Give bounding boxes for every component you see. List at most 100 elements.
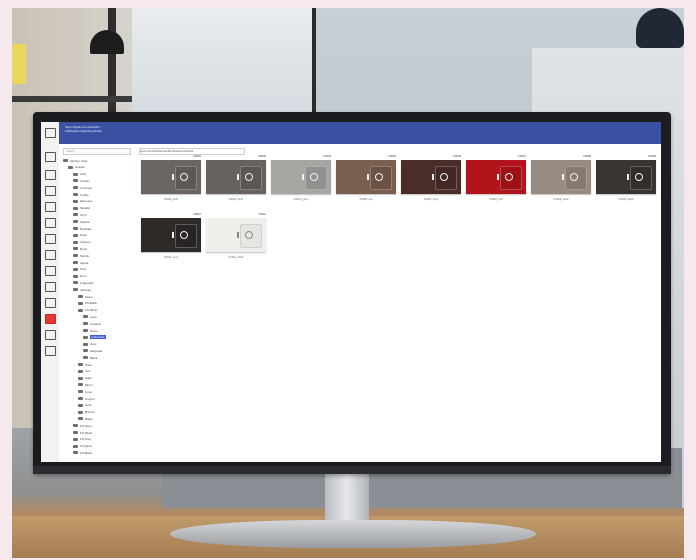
tree-item-label: Kitchen sinks xyxy=(70,158,88,163)
folder-icon xyxy=(83,329,88,332)
grid-icon[interactable] xyxy=(45,346,56,356)
monitor-bezel xyxy=(33,466,671,474)
upload-icon[interactable] xyxy=(45,170,56,180)
tree-item[interactable]: Black xyxy=(83,355,97,360)
info-icon[interactable] xyxy=(45,266,56,276)
tree-item[interactable]: Granite xyxy=(68,165,85,170)
url-text[interactable]: https://fgcdn.com/sinks/fs/... Fp0KsgDmr… xyxy=(65,125,145,133)
tree-item-label: Espresso xyxy=(80,199,93,204)
sink-thumbnail[interactable]: FS004 xyxy=(271,155,331,194)
tree-item[interactable]: Lava xyxy=(83,314,97,319)
tree-item[interactable]: Espresso xyxy=(73,199,93,204)
tree-item[interactable]: Tartufo xyxy=(73,253,89,258)
tag-icon[interactable] xyxy=(45,282,56,292)
tree-item[interactable]: Inox xyxy=(78,369,91,374)
folder-icon xyxy=(83,315,88,319)
folder-icon xyxy=(73,206,78,210)
faucet-icon xyxy=(367,174,369,180)
tree-item[interactable]: Rock xyxy=(73,246,87,251)
sink-thumbnail[interactable]: FS005 xyxy=(336,155,396,194)
tree-item[interactable]: Puro xyxy=(73,267,86,272)
tree-item[interactable]: FS Black xyxy=(73,450,92,455)
tree-item[interactable]: Stone xyxy=(78,294,93,299)
faucet-icon xyxy=(432,174,434,180)
folder-icon xyxy=(73,227,78,230)
breadcrumb[interactable]: fgcdn.com/sinks/fs/Granite/Variante/Anth… xyxy=(139,148,245,155)
folder-icon xyxy=(78,397,83,400)
tree-item[interactable]: FS Steel xyxy=(73,423,92,428)
tree-item-label: Gold xyxy=(85,403,92,408)
tree-item[interactable]: Fragranite xyxy=(73,280,94,285)
tree-item[interactable]: Satin xyxy=(78,376,92,381)
tree-item[interactable]: FS Sand xyxy=(73,444,92,449)
tree-item[interactable]: FS White xyxy=(78,308,97,313)
tree-item[interactable]: Ceramic xyxy=(83,321,101,326)
tree-item[interactable]: Gold xyxy=(78,403,91,408)
sink-thumbnail[interactable]: FS011 xyxy=(206,213,266,252)
heart-icon[interactable] xyxy=(45,330,56,340)
tree-item[interactable]: Sahara xyxy=(73,219,90,224)
tree-item-label: Puro xyxy=(80,267,87,272)
tree-item-label: Coffee xyxy=(80,192,89,197)
download-icon[interactable] xyxy=(45,186,56,196)
folder-icon xyxy=(78,369,83,373)
share-icon[interactable] xyxy=(45,202,56,212)
url-line-2: Fp0KsgDmrA0ppzFyzEsGe xyxy=(65,129,102,133)
tree-item[interactable]: FS Black xyxy=(78,301,97,306)
move-icon[interactable] xyxy=(45,234,56,244)
tree-item[interactable]: Kitchen sinks xyxy=(63,158,88,163)
drain-icon xyxy=(245,231,253,239)
folder-icon xyxy=(73,261,78,264)
edit-icon[interactable] xyxy=(45,250,56,260)
tree-item[interactable]: Rustique xyxy=(73,226,92,231)
home-icon[interactable] xyxy=(45,128,56,138)
tree-item[interactable]: Artic xyxy=(73,172,86,177)
tree-item-label: Black xyxy=(90,355,98,360)
settings-icon[interactable] xyxy=(45,298,56,308)
tree-item[interactable]: Metallic xyxy=(73,206,90,211)
sink-thumbnail[interactable]: FS009 xyxy=(596,155,656,194)
delete-icon[interactable] xyxy=(45,314,56,324)
tree-item[interactable]: Brass xyxy=(78,416,93,421)
tree-item[interactable]: Anthracite xyxy=(83,335,106,340)
thumbnail-caption: FS007_red xyxy=(489,198,503,201)
faucet-icon xyxy=(497,174,499,180)
sink-thumbnail[interactable]: FS010 xyxy=(141,213,201,252)
tree-item[interactable]: Linen xyxy=(78,389,92,394)
tree-item[interactable]: FS Grey xyxy=(73,437,91,442)
tree-item-label: Stone xyxy=(85,294,93,299)
tree-item[interactable]: Variante xyxy=(73,287,91,292)
folder-icon xyxy=(68,165,73,169)
tree-item[interactable]: Steel xyxy=(78,362,92,367)
tree-item[interactable]: Copper xyxy=(78,396,95,401)
copy-icon[interactable] xyxy=(45,218,56,228)
sink-thumbnail[interactable]: FS003 xyxy=(206,155,266,194)
wall-shelf xyxy=(12,96,132,102)
tree-item[interactable]: Nero xyxy=(73,274,87,279)
tree-item[interactable]: Cardon xyxy=(73,178,90,183)
sink-thumbnail[interactable]: FS007 xyxy=(466,155,526,194)
tree-item[interactable]: Magnolia xyxy=(83,348,102,353)
sink-thumbnail[interactable]: FS002 xyxy=(141,155,201,194)
tree-item[interactable]: Volcano xyxy=(73,240,91,245)
tree-item[interactable]: Grey xyxy=(83,342,97,347)
sink-thumbnail[interactable]: FS008 xyxy=(531,155,591,194)
tree-item[interactable]: Concrete xyxy=(73,185,92,190)
tree-item[interactable]: Bronze xyxy=(78,410,95,415)
sticky-note xyxy=(12,44,26,84)
tree-item[interactable]: Onyx xyxy=(73,212,87,217)
folder-icon xyxy=(73,254,78,258)
tree-item[interactable]: Coffee xyxy=(73,192,89,197)
tree-item[interactable]: Stone xyxy=(83,328,98,333)
tree-item[interactable]: Mirror xyxy=(78,382,93,387)
tree-item[interactable]: FS White xyxy=(73,430,92,435)
tree-item[interactable]: Polar xyxy=(73,233,87,238)
folder-icon xyxy=(73,172,78,176)
thumbnail-tag: FS006 xyxy=(453,155,461,158)
tree-item[interactable]: Alpina xyxy=(73,260,88,265)
sink-thumbnail[interactable]: FS006 xyxy=(401,155,461,194)
folder-icon[interactable] xyxy=(45,152,56,162)
folder-icon xyxy=(73,213,78,217)
tree-search-input[interactable]: Search... xyxy=(63,148,131,155)
drain-icon xyxy=(570,173,578,181)
